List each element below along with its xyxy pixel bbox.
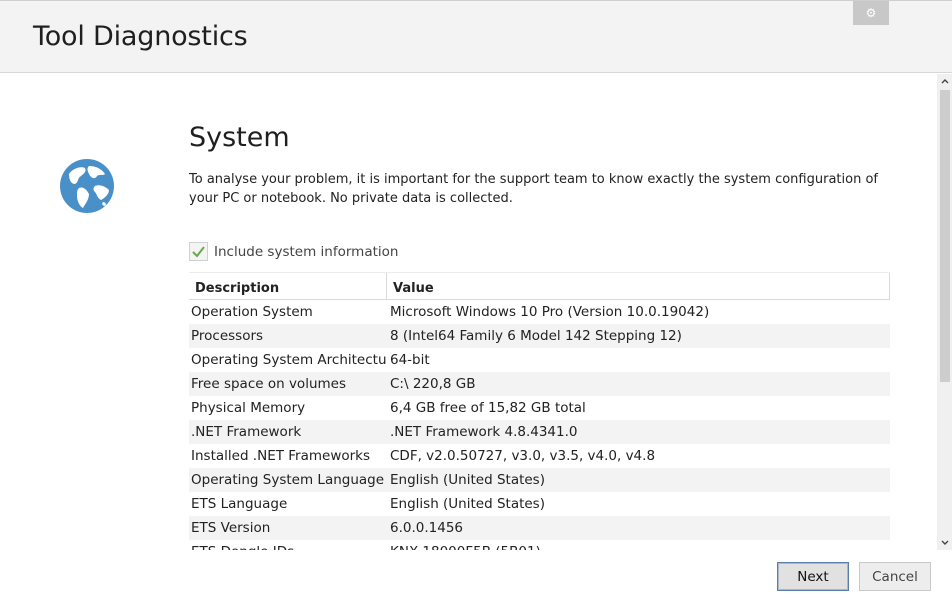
column-header-value[interactable]: Value bbox=[387, 273, 890, 299]
cell-value: .NET Framework 4.8.4341.0 bbox=[390, 424, 578, 440]
main-content: System To analyse your problem, it is im… bbox=[189, 74, 934, 550]
checkmark-icon bbox=[192, 245, 205, 258]
table-row[interactable]: Physical Memory 6,4 GB free of 15,82 GB t… bbox=[189, 396, 890, 420]
include-system-info-label: Include system information bbox=[214, 243, 399, 260]
table-row[interactable]: Operation System Microsoft Windows 10 Pro… bbox=[189, 300, 890, 324]
cell-description: Operating System Language bbox=[191, 472, 385, 488]
scroll-up-button[interactable] bbox=[937, 74, 952, 88]
cell-description: Free space on volumes bbox=[191, 376, 346, 392]
title-bar: Tool Diagnostics ⚙ bbox=[0, 0, 952, 73]
gear-icon: ⚙ bbox=[865, 6, 877, 20]
cell-description: Installed .NET Frameworks bbox=[191, 448, 371, 464]
table-row[interactable]: ETS Dongle IDsKNX-18000F5B (5B01) bbox=[189, 540, 890, 550]
system-info-table: Description Value Operation System Micros… bbox=[189, 272, 890, 550]
chevron-down-icon bbox=[941, 540, 948, 545]
chevron-up-icon bbox=[941, 79, 948, 84]
include-system-info-row[interactable]: Include system information bbox=[189, 242, 398, 261]
cell-value: CDF, v2.0.50727, v3.0, v3.5, v4.0, v4.8 bbox=[390, 448, 656, 464]
table-row[interactable]: ETS Version 6.0.0.1456 bbox=[189, 516, 890, 540]
cell-value: 6,4 GB free of 15,82 GB total bbox=[390, 400, 586, 416]
cell-description: .NET Framework bbox=[191, 424, 302, 440]
cancel-button[interactable]: Cancel bbox=[859, 562, 931, 591]
table-row[interactable]: Processors 8 (Intel64 Family 6 Model 142 … bbox=[189, 324, 890, 348]
cell-value: 64-bit bbox=[390, 352, 430, 368]
table-row[interactable]: Operating System Language English (United… bbox=[189, 468, 890, 492]
page-heading: System bbox=[189, 122, 290, 153]
cell-value: KNX-18000F5B (5B01) bbox=[387, 540, 890, 550]
intro-text: To analyse your problem, it is important… bbox=[189, 172, 878, 206]
cell-description: ETS Dongle IDs bbox=[189, 540, 387, 550]
table-row[interactable]: Operating System Architecture 64-bit bbox=[189, 348, 890, 372]
table-header: Description Value bbox=[189, 272, 890, 300]
include-system-info-checkbox[interactable] bbox=[189, 242, 208, 261]
window-title: Tool Diagnostics bbox=[33, 21, 248, 52]
scrollbar-thumb[interactable] bbox=[940, 90, 950, 382]
cell-value: English (United States) bbox=[390, 472, 545, 488]
cell-description: ETS Version bbox=[191, 520, 271, 536]
table-row[interactable]: ETS Language English (United States) bbox=[189, 492, 890, 516]
cell-description: Physical Memory bbox=[191, 400, 306, 416]
cell-description: ETS Language bbox=[191, 496, 288, 512]
table-body: Operation System Microsoft Windows 10 Pro… bbox=[189, 300, 890, 550]
vertical-scrollbar[interactable] bbox=[937, 74, 952, 550]
cell-description: Operating System Architecture bbox=[191, 352, 387, 368]
next-button[interactable]: Next bbox=[777, 562, 849, 591]
cell-value: 8 (Intel64 Family 6 Model 142 Stepping 1… bbox=[390, 328, 682, 344]
table-row[interactable]: Installed .NET Frameworks CDF, v2.0.50727… bbox=[189, 444, 890, 468]
cell-value: Microsoft Windows 10 Pro (Version 10.0.1… bbox=[390, 304, 710, 320]
table-row[interactable]: .NET Framework .NET Framework 4.8.4341.0 bbox=[189, 420, 890, 444]
table-row[interactable]: Free space on volumes C:\ 220,8 GB bbox=[189, 372, 890, 396]
cell-value: English (United States) bbox=[390, 496, 545, 512]
globe-icon bbox=[60, 159, 114, 213]
cell-description: Operation System bbox=[191, 304, 313, 320]
column-header-description[interactable]: Description bbox=[189, 273, 387, 299]
settings-button[interactable]: ⚙ bbox=[853, 1, 889, 25]
cell-description: Processors bbox=[191, 328, 264, 344]
cell-value: C:\ 220,8 GB bbox=[390, 376, 476, 392]
cell-value: 6.0.0.1456 bbox=[390, 520, 463, 536]
scroll-down-button[interactable] bbox=[937, 536, 952, 550]
